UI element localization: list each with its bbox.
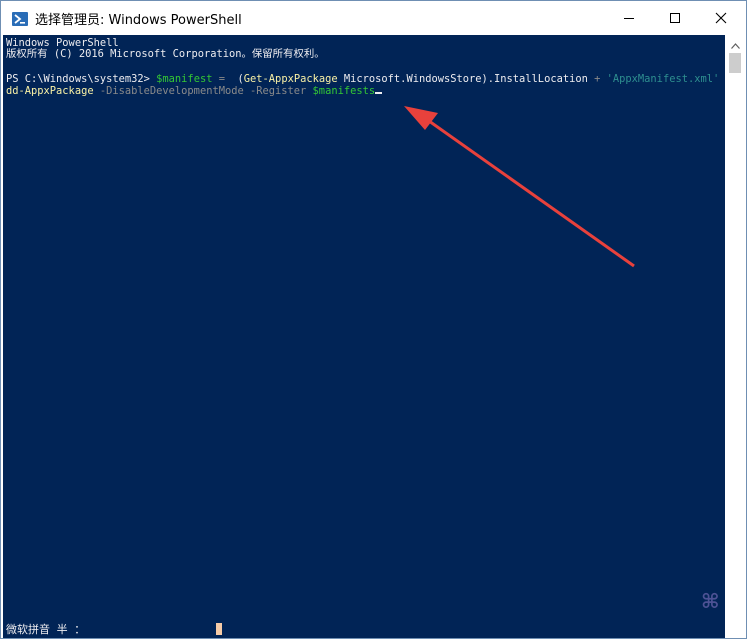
ime-caret bbox=[216, 623, 222, 635]
manifest-string: 'AppxManifest.xml' bbox=[606, 73, 720, 85]
add-appxpackage-cmdlet: dd-AppxPackage bbox=[6, 85, 94, 97]
scroll-up-button[interactable] bbox=[725, 35, 746, 51]
disable-dev-mode-param: -DisableDevelopmentMode bbox=[93, 85, 244, 97]
chevron-up-icon bbox=[731, 34, 740, 53]
command-line-2: dd-AppxPackage -DisableDevelopmentMode -… bbox=[6, 85, 383, 97]
register-param: -Register bbox=[243, 85, 307, 97]
plus-operator: + bbox=[587, 73, 607, 85]
install-location-property: .InstallLocation bbox=[487, 73, 588, 85]
title-bar[interactable]: 选择管理员: Windows PowerShell bbox=[1, 1, 746, 35]
vertical-scrollbar[interactable] bbox=[725, 35, 746, 638]
close-icon bbox=[715, 9, 727, 28]
manifest-variable: $manifest bbox=[156, 73, 213, 85]
powershell-icon[interactable] bbox=[12, 11, 28, 26]
window-title: 选择管理员: Windows PowerShell bbox=[35, 13, 242, 28]
watermark-logo: ⌘ bbox=[701, 589, 720, 613]
assign-operator: = bbox=[212, 73, 232, 85]
ime-status: 微软拼音 半 ： bbox=[6, 623, 86, 636]
prompt: PS C:\Windows\system32> bbox=[6, 73, 150, 85]
close-button[interactable] bbox=[698, 1, 744, 35]
scroll-thumb[interactable] bbox=[729, 53, 741, 73]
package-name: Microsoft.WindowsStore) bbox=[337, 73, 488, 85]
manifests-variable: $manifests bbox=[306, 85, 376, 97]
maximize-button[interactable] bbox=[652, 1, 698, 35]
maximize-icon bbox=[669, 9, 681, 28]
get-appxpackage-cmdlet: Get-AppxPackage bbox=[243, 73, 338, 85]
minimize-icon bbox=[623, 9, 635, 28]
powershell-window: 选择管理员: Windows PowerShell Windows PowerS… bbox=[0, 0, 747, 639]
console-area[interactable]: Windows PowerShell 版权所有 (C) 2016 Microso… bbox=[3, 35, 725, 638]
command-line-1: PS C:\Windows\system32> $manifest = (Get… bbox=[6, 73, 725, 85]
banner-line-2: 版权所有 (C) 2016 Microsoft Corporation。保留所有… bbox=[6, 48, 325, 60]
text-cursor bbox=[375, 92, 383, 94]
minimize-button[interactable] bbox=[606, 1, 652, 35]
